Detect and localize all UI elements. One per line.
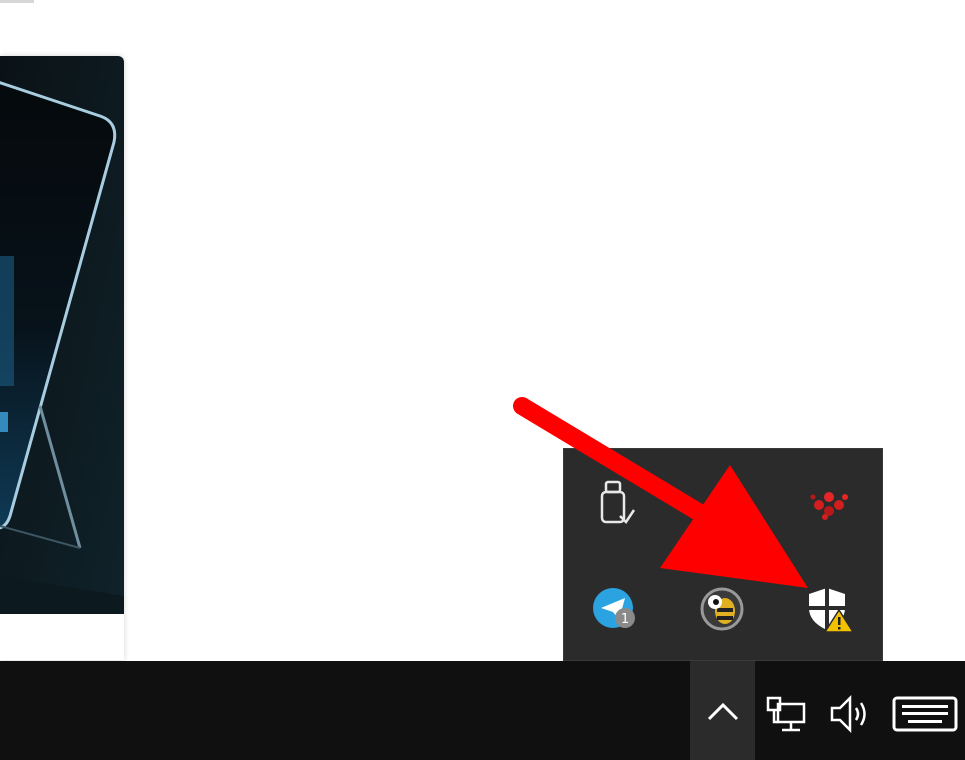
- taskbar: [0, 661, 965, 760]
- windows-security-warning-icon[interactable]: [800, 579, 860, 639]
- usb-eject-icon[interactable]: [586, 473, 646, 533]
- telegram-icon[interactable]: 1: [586, 579, 646, 639]
- telegram-badge: 1: [621, 612, 629, 627]
- tray-overflow-flyout: 1: [563, 448, 883, 661]
- volume-icon[interactable]: [822, 689, 878, 739]
- chevron-up-icon: [707, 702, 738, 720]
- image-card[interactable]: [0, 56, 124, 660]
- red-dots-app-icon[interactable]: [800, 473, 860, 533]
- show-hidden-icons-button[interactable]: [690, 661, 755, 760]
- touch-keyboard-icon[interactable]: [890, 689, 960, 739]
- paint-icon[interactable]: [692, 473, 752, 533]
- desktop-screen: 1: [0, 0, 965, 760]
- network-icon[interactable]: [760, 689, 816, 739]
- device-photo: [0, 56, 124, 614]
- bee-app-icon[interactable]: [692, 579, 752, 639]
- window-edge-fragment: [0, 0, 34, 3]
